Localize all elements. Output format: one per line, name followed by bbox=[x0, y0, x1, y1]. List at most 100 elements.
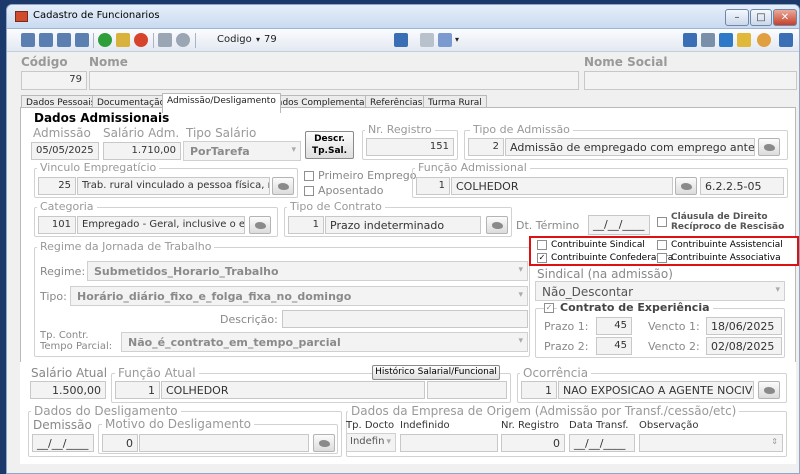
funcao-atual-field[interactable]: COLHEDOR bbox=[161, 381, 425, 399]
vinculo-field[interactable]: Trab. rural vinculado a pessoa física, r… bbox=[77, 177, 270, 195]
salario-atual-field[interactable]: 1.500,00 bbox=[30, 381, 106, 399]
contribuinte-assistencial-checkbox[interactable] bbox=[657, 240, 667, 250]
maximize-button[interactable]: □ bbox=[750, 9, 772, 26]
next-record-icon[interactable] bbox=[57, 33, 71, 47]
vencto2-field[interactable]: 02/08/2025 bbox=[706, 337, 782, 355]
contribuinte-associativa-label: Contribuinte Associativa bbox=[671, 253, 781, 263]
observacao-field[interactable]: ⇕ bbox=[639, 434, 783, 452]
grid-view-icon[interactable] bbox=[394, 33, 408, 47]
search-tipo-admissao-icon[interactable] bbox=[758, 138, 780, 156]
undo-icon[interactable] bbox=[176, 33, 190, 47]
motivo-code[interactable]: 0 bbox=[102, 434, 138, 452]
origem-title: Dados da Empresa de Origem (Admissão por… bbox=[348, 404, 740, 418]
close-button[interactable]: ✕ bbox=[773, 9, 797, 26]
historico-salarial-button[interactable]: Histórico Salarial/Funcional bbox=[372, 365, 500, 380]
nome-social-field[interactable] bbox=[584, 71, 797, 90]
minimize-button[interactable]: – bbox=[725, 9, 749, 26]
help-icon[interactable] bbox=[757, 33, 771, 47]
categoria-field[interactable]: Empregado - Geral, inclusive o e bbox=[77, 216, 245, 234]
regime-value: Submetidos_Horario_Trabalho bbox=[94, 265, 279, 278]
tipo-contrato-code[interactable]: 1 bbox=[288, 216, 324, 234]
tools-icon[interactable] bbox=[701, 33, 715, 47]
nr-registro-field[interactable]: 151 bbox=[366, 138, 454, 156]
user-icon[interactable] bbox=[438, 33, 452, 47]
contribuinte-associativa-checkbox[interactable] bbox=[657, 253, 667, 263]
toolbar-separator bbox=[93, 33, 94, 48]
filter-icon[interactable] bbox=[737, 33, 751, 47]
sindical-select[interactable]: Não_Descontar ▾ bbox=[535, 281, 785, 301]
funcao-atual-code[interactable]: 1 bbox=[115, 381, 160, 399]
add-icon[interactable] bbox=[98, 33, 112, 47]
contribuinte-confederativa-checkbox[interactable]: ✓ bbox=[537, 253, 547, 263]
admissao-field[interactable]: 05/05/2025 bbox=[31, 142, 99, 160]
cbo-field[interactable]: 6.2.2.5-05 bbox=[700, 177, 784, 195]
search-tipo-contrato-icon[interactable] bbox=[486, 216, 508, 234]
prev-record-icon[interactable] bbox=[39, 33, 53, 47]
salario-adm-label: Salário Adm. bbox=[103, 126, 180, 140]
chevron-down-icon[interactable]: ▾ bbox=[256, 35, 260, 44]
primeiro-emprego-label: Primeiro Emprego bbox=[318, 169, 417, 182]
app-icon bbox=[15, 11, 28, 22]
salario-adm-field[interactable]: 1.710,00 bbox=[103, 142, 181, 160]
tipo-salario-select[interactable]: PorTarefa ▾ bbox=[183, 141, 301, 161]
indefinido-field[interactable] bbox=[400, 434, 498, 452]
tipo-jornada-select[interactable]: Horário_diário_fixo_e_folga_fixa_no_domi… bbox=[70, 286, 528, 306]
desktop: { "window":{"title":"Cadastro de Funcion… bbox=[0, 0, 800, 474]
dt-termino-field[interactable]: __/__/____ bbox=[588, 215, 650, 235]
search-vinculo-icon[interactable] bbox=[272, 177, 294, 195]
vencto1-field[interactable]: 18/06/2025 bbox=[706, 317, 782, 335]
data-transf-field[interactable]: __/__/____ bbox=[569, 434, 635, 452]
funcao-adm-field[interactable]: COLHEDOR bbox=[451, 177, 673, 195]
vinculo-code[interactable]: 25 bbox=[38, 177, 76, 195]
layout-icon[interactable] bbox=[683, 33, 697, 47]
exit-icon[interactable] bbox=[779, 33, 793, 47]
report-icon[interactable] bbox=[420, 33, 434, 47]
contribuinte-sindical-checkbox[interactable] bbox=[537, 240, 547, 250]
search-ocorrencia-icon[interactable] bbox=[758, 381, 780, 399]
desligamento-title: Dados do Desligamento bbox=[31, 404, 181, 418]
chevron-down-icon[interactable]: ▾ bbox=[455, 35, 459, 44]
primeiro-emprego-checkbox[interactable] bbox=[304, 171, 314, 181]
funcao-atual-extra-field[interactable] bbox=[427, 381, 507, 399]
search-motivo-icon[interactable] bbox=[313, 434, 335, 452]
demissao-field[interactable]: __/__/____ bbox=[32, 434, 94, 452]
chevron-down-icon: ▾ bbox=[518, 265, 523, 275]
nome-field[interactable] bbox=[89, 71, 579, 90]
motivo-field[interactable] bbox=[139, 434, 309, 452]
toolbar-codigo-label[interactable]: Codigo bbox=[217, 34, 252, 45]
tipo-admissao-code[interactable]: 2 bbox=[468, 138, 504, 156]
origem-nr-registro-field[interactable]: 0 bbox=[501, 434, 565, 452]
categoria-code[interactable]: 101 bbox=[38, 216, 76, 234]
funcao-atual-label: Função Atual bbox=[115, 366, 199, 380]
tipo-contrato-field[interactable]: Prazo indeterminado bbox=[325, 216, 481, 234]
delete-icon[interactable] bbox=[134, 33, 148, 47]
descricao-field[interactable] bbox=[282, 310, 528, 328]
prazo2-field[interactable]: 45 bbox=[596, 337, 632, 355]
descr-tp-sal-button[interactable]: Descr. Tp.Sal. bbox=[305, 131, 354, 159]
aposentado-checkbox[interactable] bbox=[304, 186, 314, 196]
tempo-parcial-select[interactable]: Não_é_contrato_em_tempo_parcial ▾ bbox=[121, 332, 528, 352]
chevron-down-icon: ▾ bbox=[291, 145, 296, 155]
motivo-label: Motivo do Desligamento bbox=[102, 417, 255, 431]
prazo1-field[interactable]: 45 bbox=[596, 317, 632, 335]
ocorrencia-field[interactable]: NAO EXPOSICAO A AGENTE NOCIVO bbox=[558, 381, 754, 399]
clausula-checkbox[interactable] bbox=[657, 217, 667, 227]
ocorrencia-code[interactable]: 1 bbox=[521, 381, 557, 399]
search-funcao-icon[interactable] bbox=[675, 177, 697, 195]
regime-select[interactable]: Submetidos_Horario_Trabalho ▾ bbox=[87, 261, 528, 281]
save-icon[interactable] bbox=[158, 33, 172, 47]
tab-admissao-desligamento[interactable]: Admissão/Desligamento bbox=[162, 93, 281, 113]
experiencia-checkbox[interactable]: ✓ bbox=[544, 303, 554, 313]
edit-icon[interactable] bbox=[116, 33, 130, 47]
last-record-icon[interactable] bbox=[75, 33, 89, 47]
codigo-label: Código bbox=[21, 55, 68, 69]
refresh-icon[interactable] bbox=[719, 33, 733, 47]
tipo-admissao-field[interactable]: Admissão de empregado com emprego anteri… bbox=[505, 138, 755, 156]
tp-docto-select[interactable]: Indefin ▾ bbox=[346, 433, 396, 452]
spin-icon[interactable]: ⇕ bbox=[771, 437, 778, 446]
search-categoria-icon[interactable] bbox=[249, 216, 271, 234]
first-record-icon[interactable] bbox=[21, 33, 35, 47]
toolbar-codigo-input[interactable]: 79 bbox=[264, 34, 277, 45]
funcao-adm-code[interactable]: 1 bbox=[416, 177, 450, 195]
codigo-field[interactable]: 79 bbox=[21, 71, 87, 90]
